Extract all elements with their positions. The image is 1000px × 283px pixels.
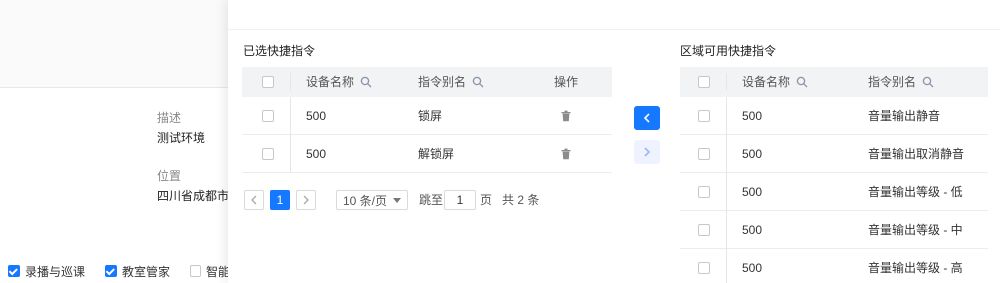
search-icon[interactable] bbox=[472, 76, 484, 88]
checkbox-unchecked-icon[interactable] bbox=[190, 265, 202, 277]
field-value-description: 测试环境 bbox=[157, 131, 206, 145]
header-label: 设备名称 bbox=[742, 75, 791, 89]
select-all-checkbox[interactable] bbox=[262, 76, 274, 88]
move-right-button[interactable] bbox=[634, 140, 660, 164]
cell-device: 500 bbox=[306, 147, 327, 161]
row-checkbox[interactable] bbox=[262, 110, 274, 122]
row-divider bbox=[290, 97, 291, 135]
row-checkbox[interactable] bbox=[698, 262, 710, 274]
cell-alias: 音量输出等级 - 中 bbox=[868, 223, 963, 237]
table-row: 500 音量输出等级 - 中 bbox=[680, 211, 988, 249]
search-icon[interactable] bbox=[796, 76, 808, 88]
checkbox-label: 教室管家 bbox=[122, 264, 171, 279]
row-divider bbox=[726, 97, 727, 135]
page-size-select[interactable]: 10 条/页 bbox=[336, 190, 409, 210]
background-header bbox=[0, 0, 230, 88]
page-unit: 页 bbox=[480, 193, 493, 207]
header-alias: 指令别名 bbox=[868, 67, 934, 97]
checkbox-recording[interactable]: 录播与巡课 bbox=[8, 263, 85, 280]
row-checkbox[interactable] bbox=[262, 148, 274, 160]
cell-alias: 锁屏 bbox=[418, 109, 443, 123]
shortcut-drawer: 已选快捷指令 设备名称 指令别名 操作 500 锁屏 500 解锁屏 1 10 … bbox=[228, 0, 1000, 283]
row-checkbox[interactable] bbox=[698, 110, 710, 122]
row-checkbox[interactable] bbox=[698, 148, 710, 160]
available-table-header: 设备名称 指令别名 bbox=[680, 67, 988, 97]
jump-page-input[interactable]: 1 bbox=[444, 190, 476, 210]
header-device-name: 设备名称 bbox=[742, 67, 808, 97]
row-divider bbox=[726, 211, 727, 249]
checkbox-label: 智能 bbox=[206, 264, 231, 279]
selected-table-header: 设备名称 指令别名 操作 bbox=[242, 67, 612, 97]
header-action: 操作 bbox=[554, 75, 579, 89]
header-device-name: 设备名称 bbox=[306, 67, 372, 97]
trash-icon[interactable] bbox=[560, 110, 572, 122]
table-row: 500 音量输出等级 - 低 bbox=[680, 173, 988, 211]
checkbox-smart[interactable]: 智能 bbox=[190, 263, 230, 280]
total-count: 共 2 条 bbox=[502, 193, 540, 207]
checkbox-classroom[interactable]: 教室管家 bbox=[105, 263, 170, 280]
next-page-button[interactable] bbox=[296, 190, 316, 210]
table-row: 500 音量输出静音 bbox=[680, 97, 988, 135]
cell-alias: 解锁屏 bbox=[418, 147, 455, 161]
cell-device: 500 bbox=[742, 109, 763, 123]
search-icon[interactable] bbox=[922, 76, 934, 88]
header-label: 设备名称 bbox=[306, 75, 355, 89]
search-icon[interactable] bbox=[360, 76, 372, 88]
cell-device: 500 bbox=[742, 147, 763, 161]
field-label-description: 描述 bbox=[157, 111, 182, 125]
cell-device: 500 bbox=[742, 261, 763, 275]
chevron-right-icon bbox=[644, 147, 651, 157]
cell-alias: 音量输出取消静音 bbox=[868, 147, 965, 161]
field-value-location: 四川省成都市武 bbox=[157, 189, 229, 203]
cell-alias: 音量输出等级 - 高 bbox=[868, 261, 963, 275]
header-label: 指令别名 bbox=[418, 75, 467, 89]
table-row: 500 解锁屏 bbox=[242, 135, 612, 173]
select-all-checkbox[interactable] bbox=[698, 76, 710, 88]
prev-page-button[interactable] bbox=[244, 190, 264, 210]
table-row: 500 音量输出等级 - 高 bbox=[680, 249, 988, 283]
row-checkbox[interactable] bbox=[698, 224, 710, 236]
cell-alias: 音量输出静音 bbox=[868, 109, 941, 123]
cell-device: 500 bbox=[742, 223, 763, 237]
header-alias: 指令别名 bbox=[418, 67, 484, 97]
jump-label: 跳至 bbox=[419, 193, 444, 207]
row-divider bbox=[290, 135, 291, 173]
drawer-topbar bbox=[228, 0, 1000, 30]
pagination: 1 bbox=[244, 190, 322, 210]
table-row: 500 锁屏 bbox=[242, 97, 612, 135]
header-divider bbox=[290, 73, 291, 91]
module-checkbox-bar: 录播与巡课 教室管家 智能 bbox=[0, 259, 242, 283]
trash-icon[interactable] bbox=[560, 148, 572, 160]
header-divider bbox=[726, 73, 727, 91]
page-number-current[interactable]: 1 bbox=[270, 190, 290, 210]
row-divider bbox=[726, 249, 727, 283]
selected-panel-title: 已选快捷指令 bbox=[243, 44, 316, 58]
cell-alias: 音量输出等级 - 低 bbox=[868, 185, 963, 199]
chevron-right-icon bbox=[303, 195, 309, 205]
available-panel-title: 区域可用快捷指令 bbox=[680, 44, 777, 58]
row-divider bbox=[726, 135, 727, 173]
page-size-value: 10 条/页 bbox=[343, 193, 388, 208]
table-row: 500 音量输出取消静音 bbox=[680, 135, 988, 173]
caret-down-icon bbox=[393, 197, 402, 203]
move-left-button[interactable] bbox=[634, 106, 660, 130]
chevron-left-icon bbox=[251, 195, 257, 205]
chevron-left-icon bbox=[643, 113, 650, 123]
row-divider bbox=[726, 173, 727, 211]
field-label-location: 位置 bbox=[157, 169, 182, 183]
checkbox-checked-icon[interactable] bbox=[105, 265, 118, 277]
cell-device: 500 bbox=[306, 109, 327, 123]
checkbox-checked-icon[interactable] bbox=[8, 265, 20, 277]
checkbox-label: 录播与巡课 bbox=[25, 264, 86, 279]
cell-device: 500 bbox=[742, 185, 763, 199]
header-label: 指令别名 bbox=[868, 75, 917, 89]
row-checkbox[interactable] bbox=[698, 186, 710, 198]
